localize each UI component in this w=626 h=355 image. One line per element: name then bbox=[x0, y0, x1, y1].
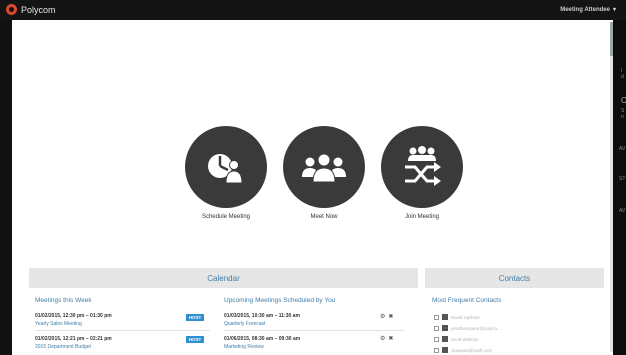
contact-name[interactable]: Scott Watkins bbox=[451, 337, 478, 342]
week-meeting-item[interactable]: 01/02/2015, 12:21 pm – 02:21 pm 2015 Dep… bbox=[35, 335, 112, 351]
brand[interactable]: Polycom bbox=[6, 4, 56, 15]
host-badge: HOST bbox=[186, 314, 204, 321]
host-badge: HOST bbox=[186, 336, 204, 343]
brand-name: Polycom bbox=[21, 4, 56, 15]
meeting-time: 01/03/2015, 10:30 am – 11:30 am bbox=[224, 313, 300, 319]
meeting-name[interactable]: Marketing Review bbox=[224, 343, 300, 351]
meeting-name[interactable]: 2015 Department Budget bbox=[35, 343, 112, 351]
contacts-header: Contacts bbox=[425, 268, 604, 288]
meeting-time: 01/02/2015, 12:30 pm – 01:30 pm bbox=[35, 313, 112, 319]
user-menu-label: Meeting Attendee bbox=[560, 6, 610, 13]
meeting-name[interactable]: Yearly Sales Meeting bbox=[35, 320, 112, 328]
user-menu[interactable]: Meeting Attendee ▾ bbox=[560, 6, 616, 14]
upcoming-meeting-item[interactable]: 01/03/2015, 10:30 am – 11:30 am Quarterl… bbox=[224, 312, 300, 328]
polycom-logo-icon bbox=[6, 4, 17, 15]
side-panel-text: ST bbox=[619, 176, 626, 182]
meeting-name[interactable]: Quarterly Forecast bbox=[224, 320, 300, 328]
schedule-meeting-label: Schedule Meeting bbox=[201, 214, 251, 220]
join-meeting-icon bbox=[381, 126, 463, 208]
contact-item[interactable]: ckawana@swift.com bbox=[434, 347, 492, 353]
contact-avatar-icon bbox=[442, 347, 448, 353]
top-bar: Polycom Meeting Attendee ▾ bbox=[0, 0, 626, 20]
meetings-this-week-title: Meetings this Week bbox=[35, 297, 92, 304]
contact-checkbox[interactable] bbox=[434, 325, 439, 331]
upcoming-meeting-item[interactable]: 01/06/2015, 08:30 am – 09:30 am Marketin… bbox=[224, 335, 300, 351]
side-panel-text: C bbox=[621, 96, 626, 105]
side-panel-text: d bbox=[621, 74, 624, 80]
side-panel-text: AV bbox=[619, 146, 626, 152]
schedule-meeting-icon bbox=[185, 126, 267, 208]
upcoming-meetings-title: Upcoming Meetings Scheduled by You bbox=[224, 297, 336, 304]
meeting-time: 01/06/2015, 08:30 am – 09:30 am bbox=[224, 336, 301, 342]
contact-avatar-icon bbox=[442, 336, 448, 342]
contact-checkbox[interactable] bbox=[434, 314, 439, 320]
close-icon[interactable]: ✖ bbox=[388, 335, 393, 342]
meeting-actions: ⚙ ✖ bbox=[380, 313, 393, 320]
side-panel-text: n bbox=[621, 114, 624, 120]
contact-checkbox[interactable] bbox=[434, 347, 439, 353]
contact-item[interactable]: jonathanspear@polyco... bbox=[434, 325, 501, 331]
close-icon[interactable]: ✖ bbox=[388, 313, 393, 320]
most-frequent-contacts-title: Most Frequent Contacts bbox=[432, 297, 502, 304]
settings-icon[interactable]: ⚙ bbox=[380, 313, 385, 320]
contact-item[interactable]: Scott Watkins bbox=[434, 336, 478, 342]
contact-name[interactable]: ckawana@swift.com bbox=[451, 348, 492, 353]
join-meeting-label: Join Meeting bbox=[404, 214, 440, 220]
contact-name[interactable]: jonathanspear@polyco... bbox=[451, 326, 501, 331]
contact-item[interactable]: David Spillane bbox=[434, 314, 480, 320]
meeting-actions: ⚙ ✖ bbox=[380, 335, 393, 342]
side-panel: I d C S n AV ST AV bbox=[613, 20, 626, 355]
join-meeting-button[interactable]: Join Meeting bbox=[372, 126, 472, 220]
main-content: Schedule Meeting Meet Now Join Meeting C… bbox=[12, 20, 613, 355]
settings-icon[interactable]: ⚙ bbox=[380, 335, 385, 342]
side-panel-text: AV bbox=[619, 208, 626, 214]
schedule-meeting-button[interactable]: Schedule Meeting bbox=[176, 126, 276, 220]
meeting-time: 01/02/2015, 12:21 pm – 02:21 pm bbox=[35, 336, 112, 342]
contact-name[interactable]: David Spillane bbox=[451, 315, 480, 320]
divider bbox=[35, 330, 210, 331]
calendar-header: Calendar bbox=[29, 268, 418, 288]
group-icon bbox=[283, 126, 365, 208]
divider bbox=[224, 330, 404, 331]
chevron-down-icon: ▾ bbox=[612, 7, 616, 13]
meet-now-label: Meet Now bbox=[310, 214, 338, 220]
contact-avatar-icon bbox=[442, 325, 448, 331]
week-meeting-item[interactable]: 01/02/2015, 12:30 pm – 01:30 pm Yearly S… bbox=[35, 312, 112, 328]
contact-checkbox[interactable] bbox=[434, 336, 439, 342]
meet-now-button[interactable]: Meet Now bbox=[274, 126, 374, 220]
contact-avatar-icon bbox=[442, 314, 448, 320]
